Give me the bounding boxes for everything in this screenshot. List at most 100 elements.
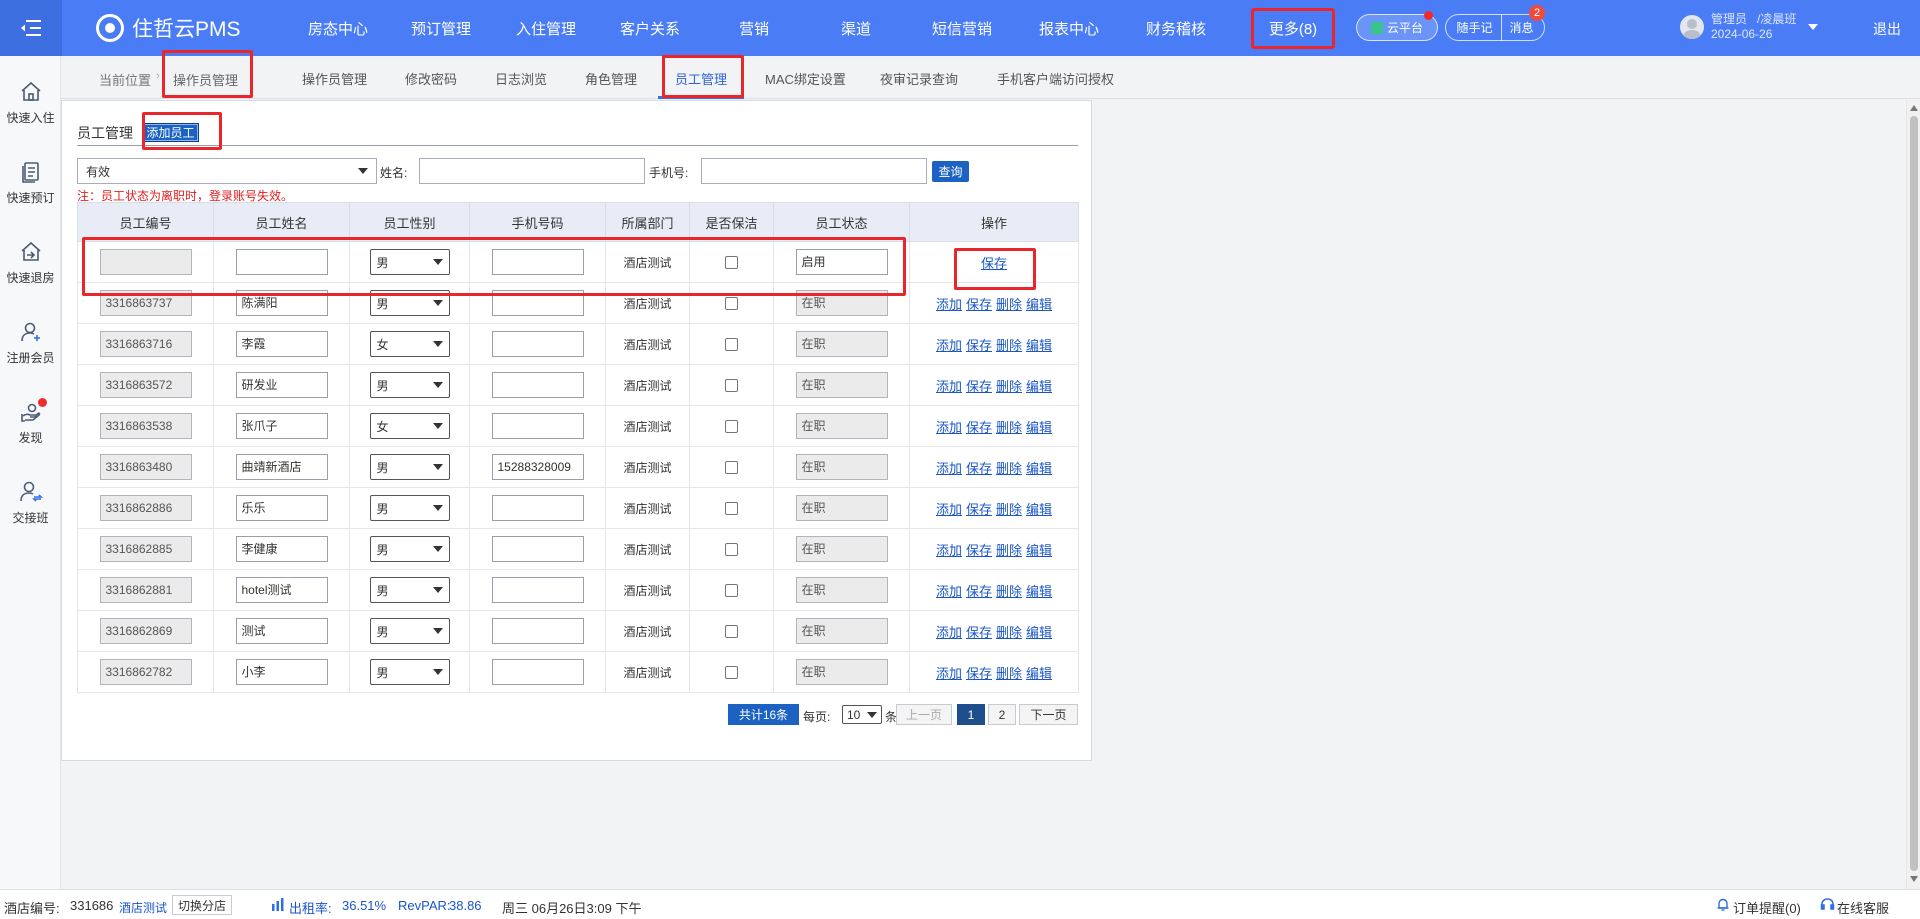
row-delete-link[interactable]: 删除 [996,420,1022,435]
row-add-link[interactable]: 添加 [936,338,962,353]
tab-log-browse[interactable]: 日志浏览 [495,69,547,88]
row-save-link[interactable]: 保存 [966,461,992,476]
staff-name-input[interactable]: 测试 [235,618,328,644]
gender-select[interactable]: 男 [369,577,450,603]
sidebar-item-quick-booking[interactable]: 快速预订 [0,160,61,206]
phone-input[interactable] [491,249,584,275]
scroll-down-icon[interactable] [1910,876,1918,882]
save-link[interactable]: 保存 [981,256,1007,271]
is-cleaner-checkbox[interactable] [725,420,738,434]
pager-per-page-select[interactable]: 10 [842,705,882,724]
phone-input[interactable] [491,577,584,603]
app-logo[interactable]: 住哲云PMS [96,13,276,43]
hotel-name-link[interactable]: 酒店测试 [119,899,167,916]
row-save-link[interactable]: 保存 [966,625,992,640]
pager-prev-button[interactable]: 上一页 [896,704,952,725]
row-add-link[interactable]: 添加 [936,297,962,312]
tab-staff-management[interactable]: 员工管理 [675,69,727,88]
staff-name-input[interactable]: 研发业 [235,372,328,398]
gender-select[interactable]: 男 [369,290,450,316]
is-cleaner-checkbox[interactable] [725,666,738,680]
nav-more-button[interactable]: 更多(8) [1251,8,1335,49]
row-edit-link[interactable]: 编辑 [1026,461,1052,476]
row-add-link[interactable]: 添加 [936,420,962,435]
row-edit-link[interactable]: 编辑 [1026,666,1052,681]
row-save-link[interactable]: 保存 [966,543,992,558]
phone-input[interactable] [491,495,584,521]
row-edit-link[interactable]: 编辑 [1026,543,1052,558]
menu-toggle-button[interactable] [0,0,62,56]
staff-name-input[interactable]: 陈满阳 [235,290,328,316]
tab-change-password[interactable]: 修改密码 [405,69,457,88]
row-edit-link[interactable]: 编辑 [1026,297,1052,312]
row-edit-link[interactable]: 编辑 [1026,379,1052,394]
nav-checkin[interactable]: 入住管理 [496,0,596,56]
staff-name-input[interactable]: 李健康 [235,536,328,562]
phone-filter-input[interactable] [701,158,927,184]
phone-input[interactable] [491,659,584,685]
staff-name-input[interactable]: 小李 [235,659,328,685]
phone-input[interactable] [491,618,584,644]
sidebar-item-quick-checkin[interactable]: 快速入住 [0,80,61,126]
gender-select[interactable]: 男 [369,454,450,480]
nav-finance-audit[interactable]: 财务稽核 [1122,0,1230,56]
row-save-link[interactable]: 保存 [966,297,992,312]
row-delete-link[interactable]: 删除 [996,502,1022,517]
gender-select[interactable]: 女 [369,413,450,439]
row-delete-link[interactable]: 删除 [996,584,1022,599]
nav-reservations[interactable]: 预订管理 [386,0,496,56]
is-cleaner-checkbox[interactable] [725,461,738,475]
sidebar-item-discover[interactable]: 发现 [0,398,61,446]
is-cleaner-checkbox[interactable] [725,502,738,516]
row-delete-link[interactable]: 删除 [996,338,1022,353]
gender-select[interactable]: 男 [369,372,450,398]
row-save-link[interactable]: 保存 [966,502,992,517]
gender-select[interactable]: 男 [369,618,450,644]
staff-name-input[interactable]: 李霞 [235,331,328,357]
tab-mac-binding[interactable]: MAC绑定设置 [765,69,846,88]
breadcrumb-current[interactable]: 操作员管理 [173,70,238,89]
staff-name-input[interactable]: 曲靖新酒店 [235,454,328,480]
row-edit-link[interactable]: 编辑 [1026,420,1052,435]
phone-input[interactable] [491,290,584,316]
row-delete-link[interactable]: 删除 [996,297,1022,312]
row-save-link[interactable]: 保存 [966,666,992,681]
row-edit-link[interactable]: 编辑 [1026,502,1052,517]
add-staff-button[interactable]: 添加员工 [142,123,199,142]
phone-input[interactable] [491,413,584,439]
row-save-link[interactable]: 保存 [966,584,992,599]
pager-page-1[interactable]: 1 [957,704,985,725]
phone-input[interactable] [491,372,584,398]
row-edit-link[interactable]: 编辑 [1026,338,1052,353]
sidebar-item-quick-checkout[interactable]: 快速退房 [0,240,61,286]
name-filter-input[interactable] [419,158,645,184]
nav-channels[interactable]: 渠道 [804,0,908,56]
row-add-link[interactable]: 添加 [936,379,962,394]
row-add-link[interactable]: 添加 [936,625,962,640]
notes-button[interactable]: 随手记 [1456,19,1492,36]
is-cleaner-checkbox[interactable] [725,256,738,270]
gender-select[interactable]: 男 [369,536,450,562]
scroll-up-icon[interactable] [1910,105,1918,111]
row-add-link[interactable]: 添加 [936,584,962,599]
logout-button[interactable]: 退出 [1873,19,1901,39]
is-cleaner-checkbox[interactable] [725,584,738,598]
row-edit-link[interactable]: 编辑 [1026,625,1052,640]
row-delete-link[interactable]: 删除 [996,625,1022,640]
row-delete-link[interactable]: 删除 [996,461,1022,476]
row-delete-link[interactable]: 删除 [996,543,1022,558]
row-add-link[interactable]: 添加 [936,666,962,681]
query-button[interactable]: 查询 [932,161,969,182]
user-menu[interactable]: 管理员 /凌晨班 2024-06-26 [1680,12,1819,42]
row-add-link[interactable]: 添加 [936,502,962,517]
row-add-link[interactable]: 添加 [936,461,962,476]
is-cleaner-checkbox[interactable] [725,625,738,639]
gender-select[interactable]: 女 [369,331,450,357]
staff-name-input[interactable] [235,249,328,275]
is-cleaner-checkbox[interactable] [725,379,738,393]
scroll-thumb[interactable] [1910,116,1918,871]
online-service-link[interactable]: 在线客服 [1837,898,1889,917]
pager-page-2[interactable]: 2 [988,704,1016,725]
sidebar-item-register-member[interactable]: 注册会员 [0,320,61,366]
sidebar-item-shift-handover[interactable]: 交接班 [0,480,61,526]
